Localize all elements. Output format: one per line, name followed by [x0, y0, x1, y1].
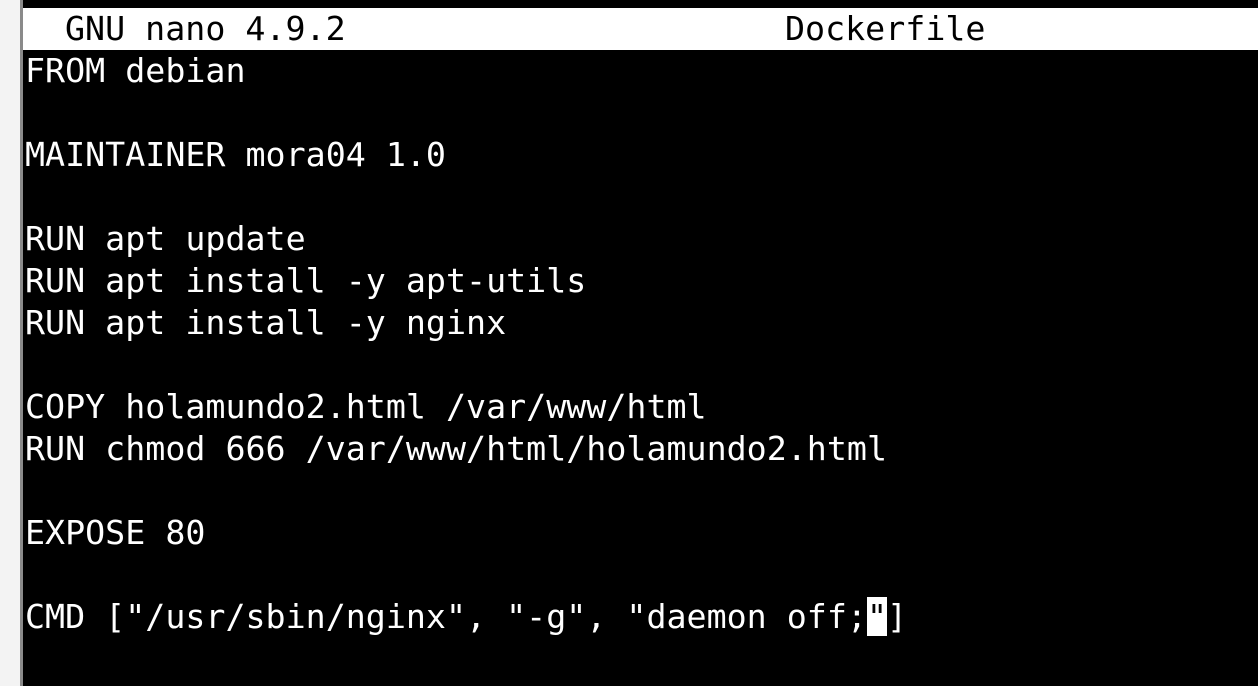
- editor-line-cursor[interactable]: CMD ["/usr/sbin/nginx", "-g", "daemon of…: [25, 596, 1255, 638]
- editor-line[interactable]: FROM debian: [25, 50, 1255, 92]
- terminal-window: GNU nano 4.9.2 Dockerfile FROM debian MA…: [0, 0, 1258, 686]
- editor-line[interactable]: RUN apt install -y nginx: [25, 302, 1255, 344]
- file-name-label: Dockerfile: [785, 9, 986, 48]
- line-text-before-cursor: CMD ["/usr/sbin/nginx", "-g", "daemon of…: [25, 597, 867, 636]
- editor-line[interactable]: [25, 176, 1255, 218]
- editor-text-area[interactable]: FROM debian MAINTAINER mora04 1.0 RUN ap…: [25, 50, 1255, 686]
- editor-line[interactable]: MAINTAINER mora04 1.0: [25, 134, 1255, 176]
- editor-line[interactable]: RUN apt update: [25, 218, 1255, 260]
- editor-line[interactable]: [25, 344, 1255, 386]
- text-cursor: ": [866, 597, 887, 636]
- editor-line[interactable]: [25, 554, 1255, 596]
- app-version-label: GNU nano 4.9.2: [65, 9, 346, 48]
- editor-line[interactable]: [25, 470, 1255, 512]
- editor-line[interactable]: RUN apt install -y apt-utils: [25, 260, 1255, 302]
- line-text-after-cursor: ]: [887, 597, 908, 636]
- nano-title-bar: GNU nano 4.9.2 Dockerfile: [23, 8, 1258, 50]
- editor-line[interactable]: COPY holamundo2.html /var/www/html: [25, 386, 1255, 428]
- editor-line[interactable]: EXPOSE 80: [25, 512, 1255, 554]
- editor-line[interactable]: [25, 92, 1255, 134]
- window-left-border: [0, 0, 20, 686]
- top-strip: [23, 0, 1258, 8]
- editor-line[interactable]: RUN chmod 666 /var/www/html/holamundo2.h…: [25, 428, 1255, 470]
